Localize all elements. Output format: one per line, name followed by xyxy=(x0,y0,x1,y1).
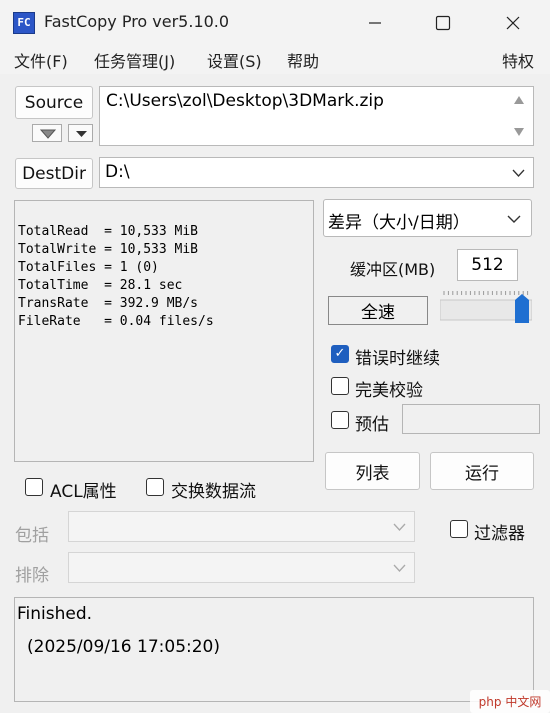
source-button[interactable]: Source xyxy=(15,86,93,119)
include-select[interactable] xyxy=(68,511,415,542)
chevron-down-icon xyxy=(393,523,406,531)
menu-help[interactable]: 帮助 xyxy=(287,48,319,72)
exclude-label: 排除 xyxy=(15,566,49,586)
chevron-down-icon xyxy=(393,564,406,572)
buffer-label: 缓冲区(MB) xyxy=(350,260,436,279)
destdir-button[interactable]: DestDir xyxy=(15,158,93,189)
stat-line: TotalWrite = 10,533 MiB xyxy=(18,242,199,257)
continue-on-error-label: 错误时继续 xyxy=(355,349,440,369)
stat-line: TransRate = 392.9 MB/s xyxy=(18,296,199,311)
source-path-text: C:\Users\zol\Desktop\3DMark.zip xyxy=(106,91,384,111)
chevron-down-icon xyxy=(507,215,521,223)
stat-line: FileRate = 0.04 files/s xyxy=(18,314,214,329)
speed-slider-thumb[interactable] xyxy=(515,294,529,323)
filter-checkbox[interactable] xyxy=(450,520,468,538)
list-button[interactable]: 列表 xyxy=(325,452,420,490)
speed-display: 全速 xyxy=(328,296,428,325)
close-button[interactable] xyxy=(478,0,548,46)
streams-checkbox[interactable] xyxy=(146,478,164,496)
menu-privilege[interactable]: 特权 xyxy=(502,48,534,72)
menu-file[interactable]: 文件(F) xyxy=(14,48,68,72)
chevron-down-icon xyxy=(39,129,57,139)
source-path-input[interactable]: C:\Users\zol\Desktop\3DMark.zip xyxy=(99,86,534,146)
minimize-icon xyxy=(369,22,381,24)
speed-slider[interactable] xyxy=(439,288,533,326)
acl-checkbox[interactable] xyxy=(25,478,43,496)
window-title: FastCopy Pro ver5.10.0 xyxy=(44,12,230,31)
source-history-button[interactable] xyxy=(32,124,62,142)
speed-slider-track[interactable] xyxy=(439,288,533,326)
minimize-button[interactable] xyxy=(340,0,410,46)
streams-label: 交换数据流 xyxy=(171,482,256,502)
copy-mode-text: 差异（大小/日期） xyxy=(328,213,470,233)
estimate-progress xyxy=(402,404,540,434)
buffer-size-input[interactable]: 512 xyxy=(457,249,518,281)
menu-settings[interactable]: 设置(S) xyxy=(207,48,262,72)
copy-mode-select[interactable]: 差异（大小/日期） xyxy=(323,199,532,237)
destdir-path-text: D:\ xyxy=(105,162,130,182)
exclude-select[interactable] xyxy=(68,552,415,583)
app-icon: FC xyxy=(13,12,35,34)
acl-label: ACL属性 xyxy=(50,482,117,502)
scroll-up-icon[interactable] xyxy=(513,95,525,105)
watermark-logo: php 中文网 xyxy=(470,690,550,713)
menu-bar xyxy=(0,46,550,74)
menu-tasks[interactable]: 任务管理(J) xyxy=(94,48,175,72)
continue-on-error-checkbox[interactable]: ✓ xyxy=(331,345,349,363)
buffer-size-text: 512 xyxy=(471,255,504,275)
maximize-icon xyxy=(435,15,451,31)
filter-label: 过滤器 xyxy=(474,524,525,544)
status-timestamp: (2025/09/16 17:05:20) xyxy=(27,637,221,657)
stat-line: TotalFiles = 1 (0) xyxy=(18,260,159,275)
stat-line: TotalTime = 28.1 sec xyxy=(18,278,183,293)
stats-panel: TotalRead = 10,533 MiB TotalWrite = 10,53… xyxy=(14,200,314,462)
close-icon xyxy=(506,16,520,30)
estimate-label: 预估 xyxy=(355,415,389,435)
chevron-down-icon xyxy=(512,169,525,177)
scroll-down-icon[interactable] xyxy=(513,127,525,137)
status-panel: Finished. (2025/09/16 17:05:20) xyxy=(14,597,534,702)
estimate-checkbox[interactable] xyxy=(331,411,349,429)
include-label: 包括 xyxy=(15,526,49,546)
run-button[interactable]: 运行 xyxy=(430,452,534,490)
source-options-button[interactable] xyxy=(68,124,93,142)
stats-text: TotalRead = 10,533 MiB TotalWrite = 10,53… xyxy=(18,205,214,367)
status-message: Finished. xyxy=(17,604,93,624)
verify-label: 完美校验 xyxy=(355,381,423,401)
destdir-path-select[interactable]: D:\ xyxy=(99,157,534,188)
chevron-down-icon xyxy=(76,131,87,137)
maximize-button[interactable] xyxy=(408,0,478,46)
verify-checkbox[interactable] xyxy=(331,377,349,395)
stat-line: TotalRead = 10,533 MiB xyxy=(18,224,199,239)
